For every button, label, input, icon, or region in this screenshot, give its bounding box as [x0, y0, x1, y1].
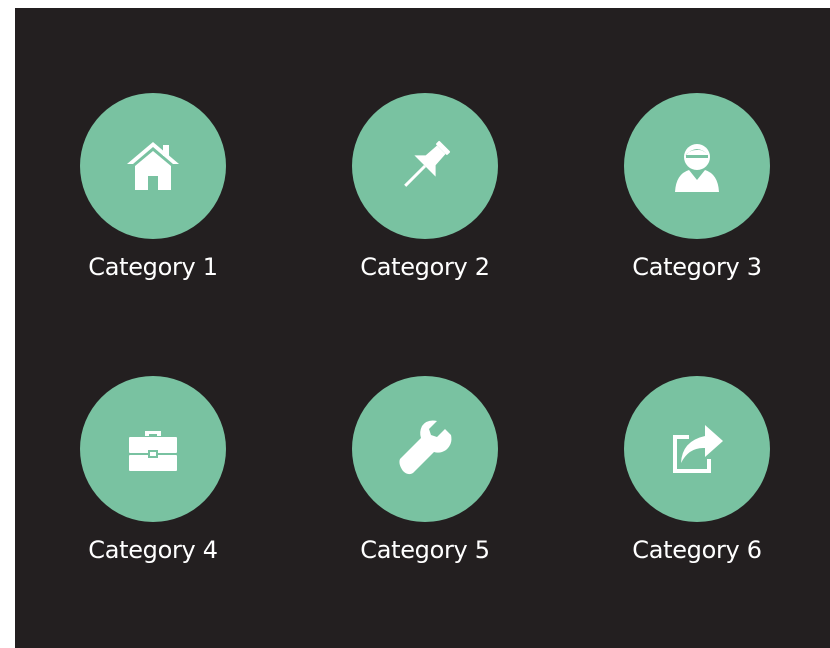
pushpin-icon — [404, 140, 451, 187]
category-3-label: Category 3 — [632, 253, 762, 281]
category-1-label: Category 1 — [88, 253, 218, 281]
category-4-circle[interactable] — [80, 376, 226, 522]
category-2-circle[interactable] — [352, 93, 498, 239]
category-tile-6[interactable]: Category 6 — [608, 376, 788, 606]
category-4-label: Category 4 — [88, 536, 218, 564]
category-3-circle[interactable] — [624, 93, 770, 239]
category-tile-4[interactable]: Category 4 — [64, 376, 244, 606]
user-icon — [675, 144, 719, 192]
home-icon — [127, 142, 179, 190]
category-2-label: Category 2 — [360, 253, 490, 281]
category-tile-2[interactable]: Category 2 — [336, 93, 516, 323]
category-5-label: Category 5 — [360, 536, 490, 564]
category-5-circle[interactable] — [352, 376, 498, 522]
category-6-circle[interactable] — [624, 376, 770, 522]
category-1-circle[interactable] — [80, 93, 226, 239]
category-grid: Category 1 Category 2 Category 3 Categor… — [15, 8, 830, 648]
briefcase-icon — [129, 431, 177, 471]
category-tile-5[interactable]: Category 5 — [336, 376, 516, 606]
category-tile-3[interactable]: Category 3 — [608, 93, 788, 323]
wrench-icon — [399, 420, 452, 475]
category-6-label: Category 6 — [632, 536, 762, 564]
category-tile-1[interactable]: Category 1 — [64, 93, 244, 323]
share-icon — [673, 425, 723, 473]
